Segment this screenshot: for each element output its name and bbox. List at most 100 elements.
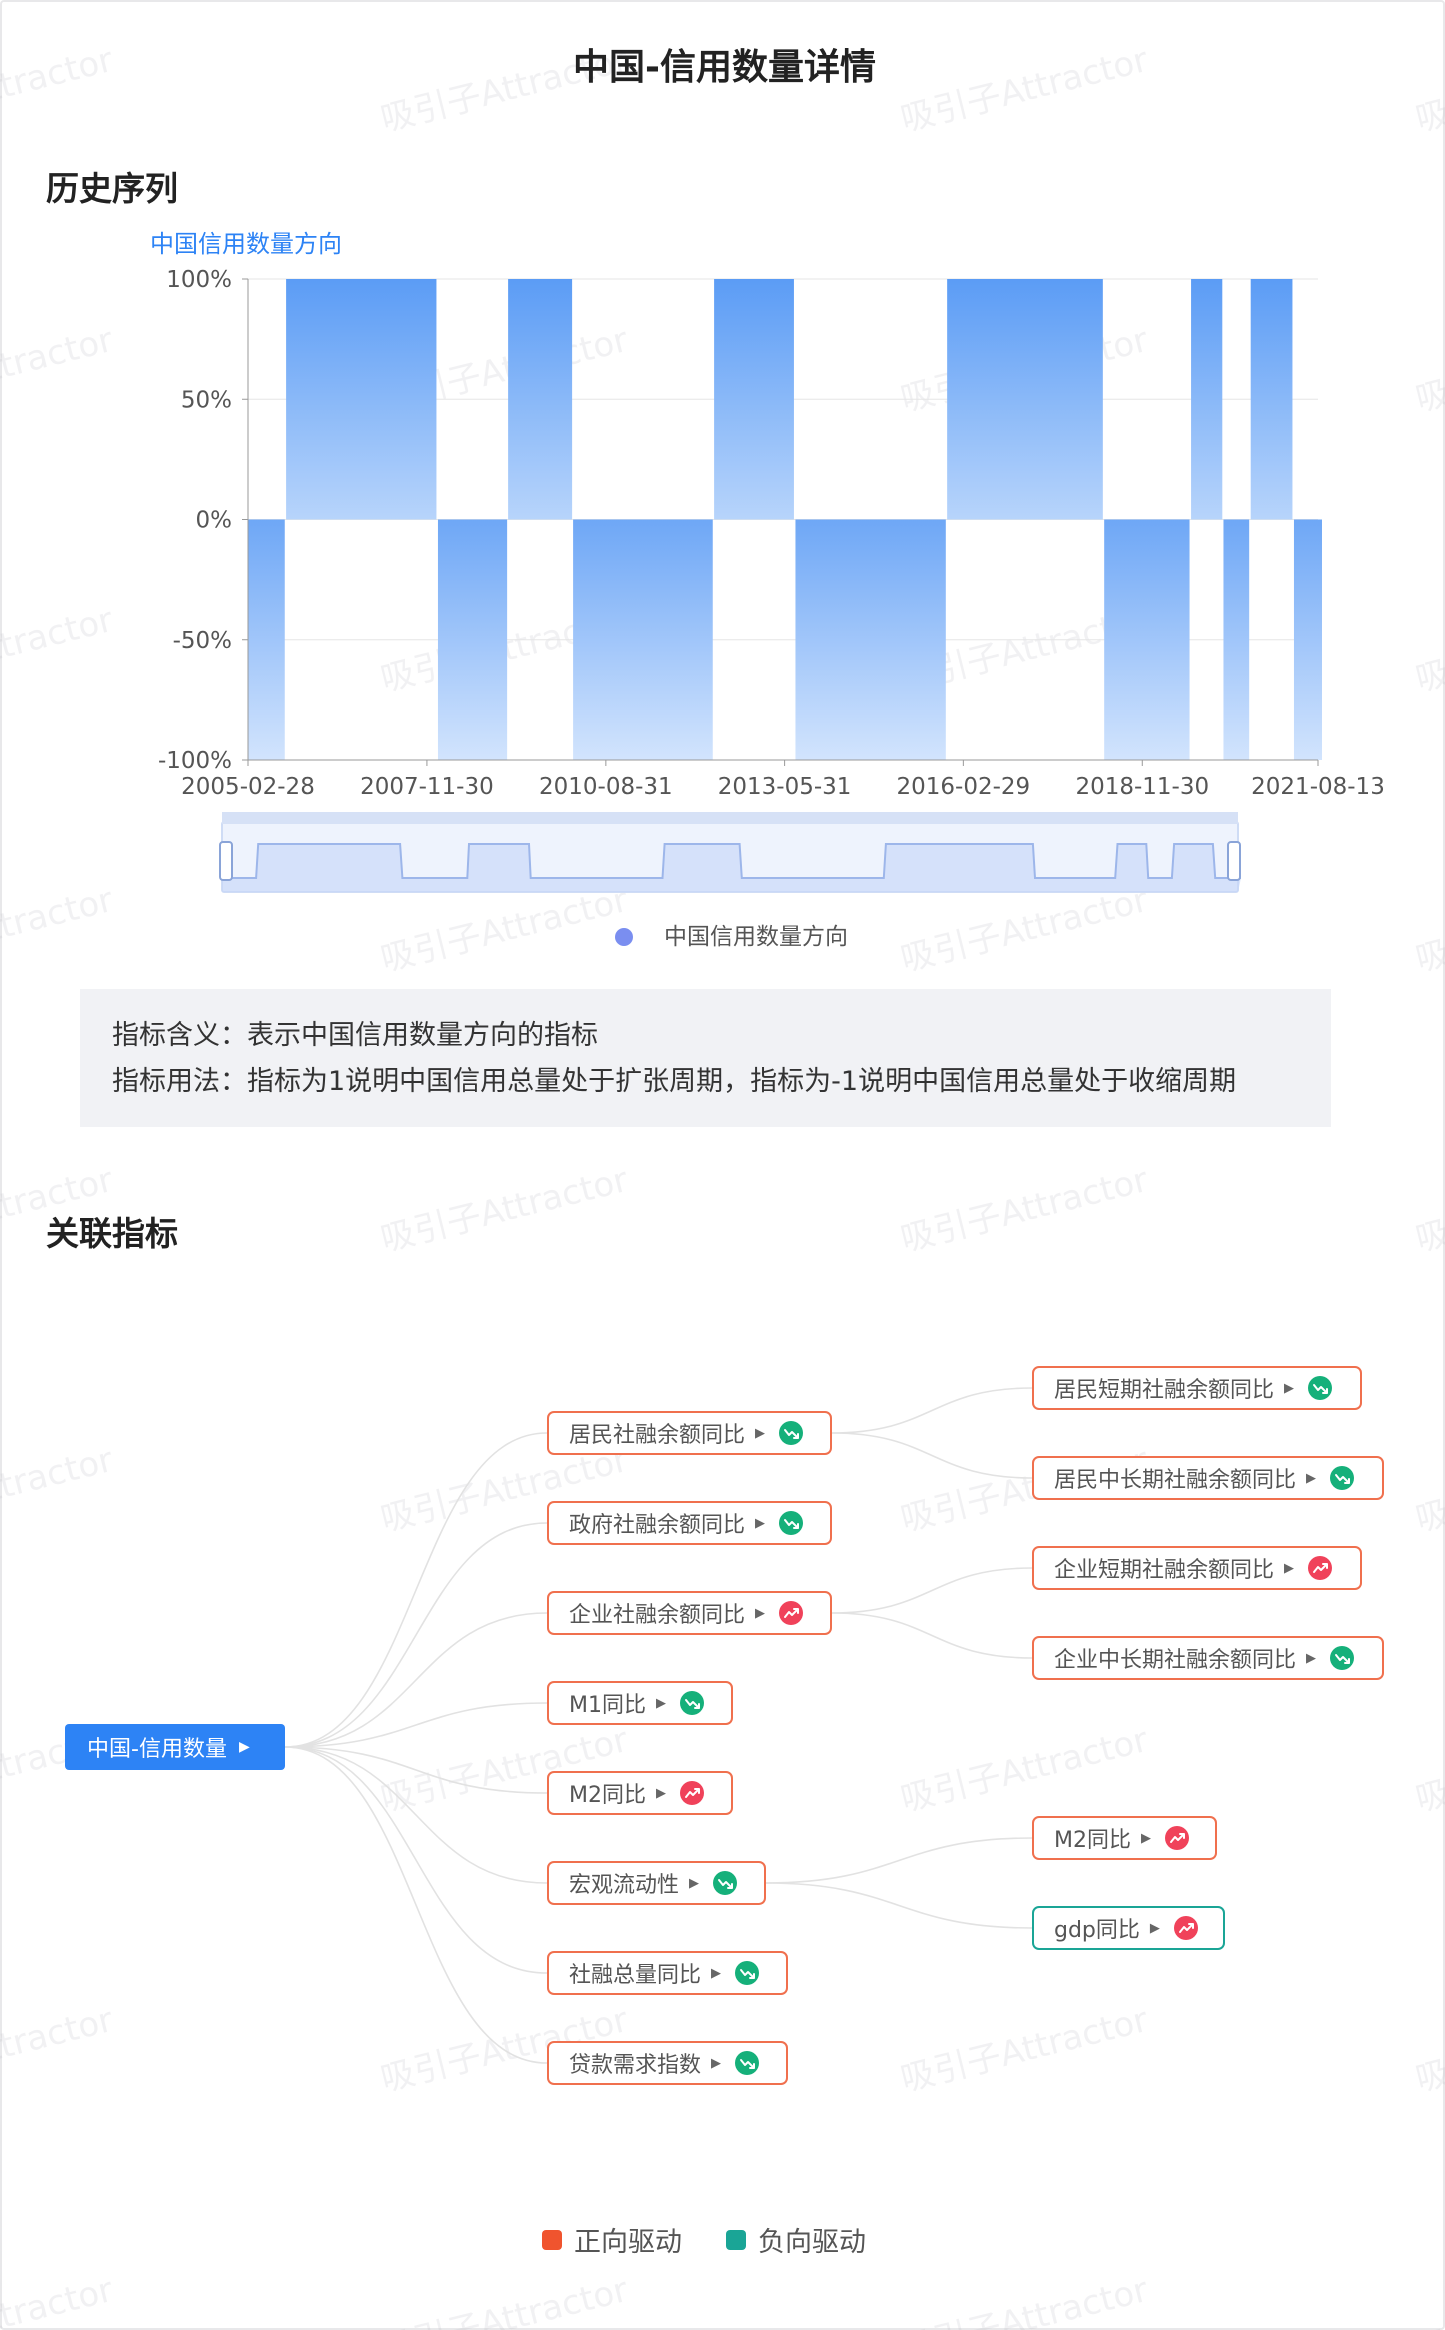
trend-down-icon bbox=[735, 1961, 760, 1985]
relation-node-l1[interactable]: M2同比 ▶ bbox=[547, 1771, 733, 1815]
relation-node-label: 社融总量同比 bbox=[569, 1963, 702, 1988]
x-tick-label: 2010-08-31 bbox=[539, 774, 673, 800]
legend-positive[interactable]: 正向驱动 bbox=[542, 2220, 682, 2259]
bar bbox=[714, 279, 794, 520]
slider-handle bbox=[219, 841, 233, 881]
caret-right-icon: ▶ bbox=[655, 1695, 666, 1711]
relation-node-l2[interactable]: gdp同比 ▶ bbox=[1032, 1906, 1225, 1950]
negative-swatch bbox=[726, 2229, 746, 2250]
trend-down-icon bbox=[713, 1871, 738, 1895]
relation-node-l2[interactable]: 企业短期社融余额同比 ▶ bbox=[1032, 1546, 1362, 1590]
relation-node-label: 居民中长期社融余额同比 bbox=[1054, 1468, 1297, 1493]
relation-node-label: M2同比 bbox=[569, 1783, 646, 1808]
trend-up-icon bbox=[1164, 1826, 1189, 1850]
bar bbox=[1293, 519, 1322, 760]
trend-down-icon bbox=[1330, 1646, 1355, 1670]
relation-node-label: 企业社融余额同比 bbox=[569, 1603, 746, 1628]
chart-legend-label: 中国信用数量方向 bbox=[664, 924, 848, 950]
relation-node-label: 居民社融余额同比 bbox=[569, 1423, 746, 1448]
bar bbox=[795, 519, 946, 760]
relation-node-l1[interactable]: 居民社融余额同比 ▶ bbox=[547, 1411, 832, 1455]
legend-positive-label: 正向驱动 bbox=[574, 2227, 682, 2258]
data-zoom-slider[interactable] bbox=[219, 812, 1241, 893]
caret-right-icon: ▶ bbox=[711, 2055, 722, 2071]
root-node-label: 中国-信用数量 bbox=[87, 1737, 227, 1762]
link-root-l1 bbox=[284, 1432, 548, 1748]
relation-node-label: 居民短期社融余额同比 bbox=[1054, 1378, 1275, 1403]
trend-up-icon bbox=[679, 1781, 704, 1805]
caret-right-icon: ▶ bbox=[1284, 1380, 1295, 1396]
bar bbox=[286, 279, 437, 520]
chart-bars bbox=[248, 279, 1322, 760]
y-tick-label: 50% bbox=[181, 387, 232, 413]
trend-up-icon bbox=[779, 1601, 804, 1625]
legend-negative[interactable]: 负向驱动 bbox=[726, 2220, 866, 2259]
caret-right-icon: ▶ bbox=[238, 1739, 250, 1755]
relation-node-label: 企业中长期社融余额同比 bbox=[1054, 1648, 1297, 1673]
root-node[interactable]: 中国-信用数量 ▶ bbox=[65, 1724, 285, 1770]
page-frame: 吸引子Attractor 吸引子Attractor 吸引子Attractor 吸引子A… bbox=[0, 0, 1445, 2330]
trend-up-icon bbox=[1308, 1556, 1333, 1580]
relation-node-l2[interactable]: M2同比 ▶ bbox=[1032, 1816, 1217, 1860]
relation-node-l2[interactable]: 居民中长期社融余额同比 ▶ bbox=[1032, 1456, 1384, 1500]
relation-node-label: M2同比 bbox=[1054, 1828, 1131, 1853]
link-root-l1 bbox=[284, 1746, 548, 1884]
trend-down-icon bbox=[1308, 1376, 1333, 1400]
legend-negative-label: 负向驱动 bbox=[758, 2227, 866, 2258]
relation-node-label: M1同比 bbox=[569, 1693, 646, 1718]
caret-right-icon: ▶ bbox=[1306, 1470, 1317, 1486]
indicator-description: 指标含义：表示中国信用数量方向的指标 指标用法：指标为1说明中国信用总量处于扩张… bbox=[80, 989, 1331, 1127]
page-title: 中国-信用数量详情 bbox=[573, 47, 876, 88]
y-tick-label: 100% bbox=[166, 267, 232, 293]
legend-dot bbox=[615, 928, 633, 946]
link-l1-l2 bbox=[831, 1612, 1033, 1659]
slider-top-bar bbox=[222, 812, 1238, 824]
relation-node-label: 政府社融余额同比 bbox=[569, 1513, 746, 1538]
relation-node-l1[interactable]: 企业社融余额同比 ▶ bbox=[547, 1591, 832, 1635]
bar bbox=[1104, 519, 1190, 760]
watermark-text: 吸引子Attractor bbox=[376, 2269, 632, 2330]
relation-node-l1[interactable]: M1同比 ▶ bbox=[547, 1681, 733, 1725]
relation-node-l2[interactable]: 企业中长期社融余额同比 ▶ bbox=[1032, 1636, 1384, 1680]
watermark-text: 吸引子Attractor bbox=[896, 2269, 1152, 2330]
chart-legend[interactable]: 中国信用数量方向 bbox=[615, 924, 848, 950]
trend-down-icon bbox=[1330, 1466, 1355, 1490]
history-section-title: 历史序列 bbox=[46, 169, 178, 208]
bar bbox=[1223, 519, 1250, 760]
link-root-l1 bbox=[284, 1746, 548, 2064]
bar bbox=[1191, 279, 1223, 520]
trend-down-icon bbox=[679, 1691, 704, 1715]
relation-node-l1[interactable]: 贷款需求指数 ▶ bbox=[547, 2041, 788, 2085]
link-l1-l2 bbox=[831, 1567, 1033, 1614]
link-root-l1 bbox=[284, 1746, 548, 1974]
bar bbox=[947, 279, 1103, 520]
link-root-l1 bbox=[284, 1612, 548, 1748]
history-bar-chart[interactable]: 中国信用数量方向 100%50%0%-50%-100% 2005-02-28 20… bbox=[2, 222, 1445, 962]
link-root-l1 bbox=[284, 1702, 548, 1748]
caret-right-icon: ▶ bbox=[1140, 1830, 1151, 1846]
relation-node-l1[interactable]: 社融总量同比 ▶ bbox=[547, 1951, 788, 1995]
caret-right-icon: ▶ bbox=[755, 1605, 766, 1621]
x-tick-label: 2021-08-13 bbox=[1251, 774, 1385, 800]
relation-node-label: gdp同比 bbox=[1054, 1918, 1140, 1943]
relation-node-l2[interactable]: 居民短期社融余额同比 ▶ bbox=[1032, 1366, 1362, 1410]
positive-swatch bbox=[542, 2229, 562, 2250]
relation-node-l1[interactable]: 宏观流动性 ▶ bbox=[547, 1861, 766, 1905]
relation-node-l1[interactable]: 政府社融余额同比 ▶ bbox=[547, 1501, 832, 1545]
bar bbox=[1250, 279, 1293, 520]
trend-down-icon bbox=[779, 1421, 804, 1445]
description-usage: 指标用法：指标为1说明中国信用总量处于扩张周期，指标为-1说明中国信用总量处于收… bbox=[112, 1066, 1237, 1097]
link-root-l1 bbox=[284, 1746, 548, 1794]
x-tick-label: 2005-02-28 bbox=[181, 774, 315, 800]
slider-handle bbox=[1227, 841, 1241, 881]
relation-node-label: 宏观流动性 bbox=[569, 1873, 680, 1898]
watermark-text: 吸引子Attractor bbox=[1411, 2269, 1445, 2330]
relation-node-label: 贷款需求指数 bbox=[569, 2053, 702, 2078]
bar bbox=[508, 279, 573, 520]
caret-right-icon: ▶ bbox=[1284, 1560, 1295, 1576]
caret-right-icon: ▶ bbox=[755, 1515, 766, 1531]
link-l1-l2 bbox=[765, 1882, 1033, 1929]
x-tick-label: 2016-02-29 bbox=[897, 774, 1031, 800]
trend-down-icon bbox=[779, 1511, 804, 1535]
x-tick-label: 2013-05-31 bbox=[718, 774, 852, 800]
